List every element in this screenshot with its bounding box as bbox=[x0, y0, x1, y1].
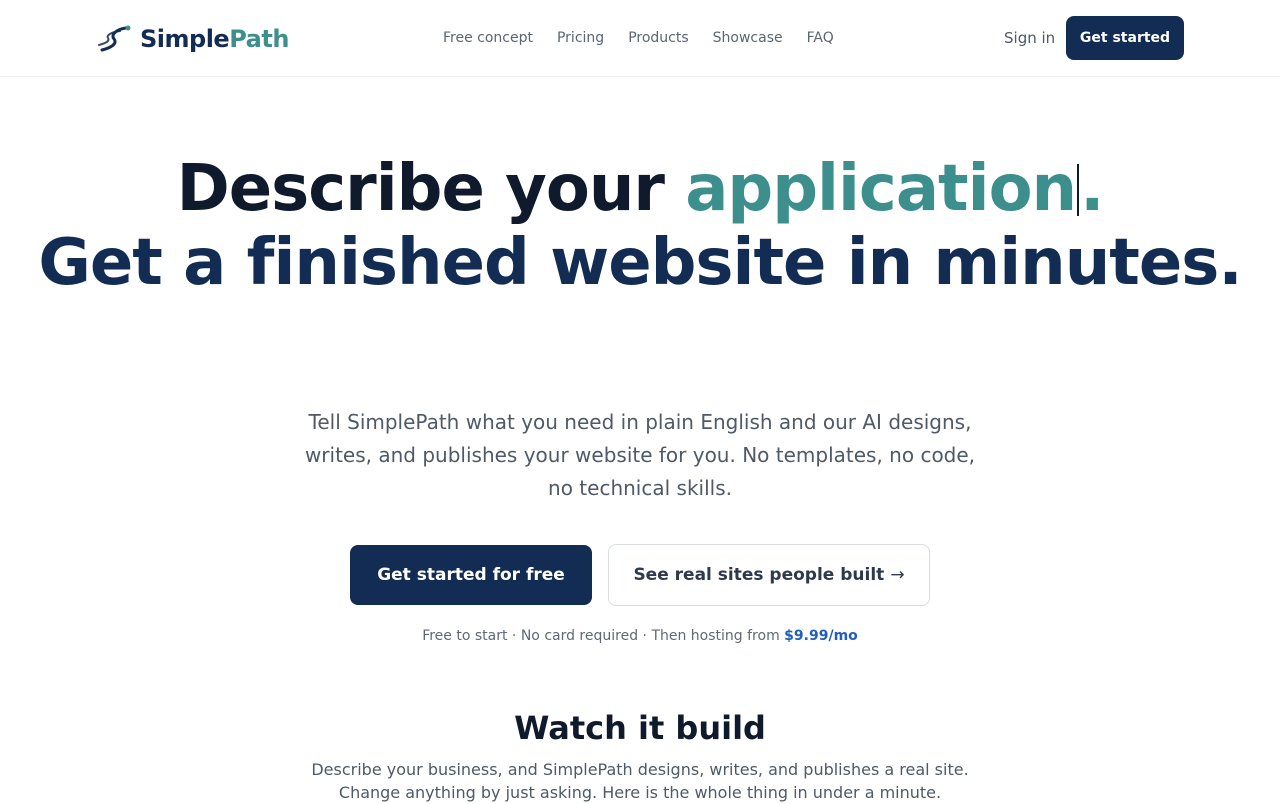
hero-line2: Get a finished website in minutes. bbox=[38, 226, 1242, 300]
fineprint-text: Free to start · No card required · Then … bbox=[422, 628, 780, 644]
nav-link-faq[interactable]: FAQ bbox=[807, 28, 834, 48]
nav-link-pricing[interactable]: Pricing bbox=[557, 28, 604, 48]
see-real-sites-label: See real sites people built bbox=[633, 565, 885, 585]
logo-simple: Simple bbox=[140, 25, 230, 53]
arrow-right-icon: → bbox=[890, 565, 905, 585]
hosting-price: $9.99/mo bbox=[784, 628, 858, 644]
hero-line1-prefix: Describe your bbox=[176, 152, 665, 226]
hero-subtitle: Tell SimplePath what you need in plain E… bbox=[304, 410, 976, 500]
logo-path: Path bbox=[229, 25, 289, 53]
logo-icon bbox=[98, 24, 132, 54]
pricing-fineprint: Free to start · No card required · Then … bbox=[0, 626, 1280, 646]
hero-title: Describe your application. Get a finishe… bbox=[0, 152, 1280, 300]
nav-links: Free concept Pricing Products Showcase F… bbox=[443, 28, 834, 48]
typing-caret bbox=[1077, 164, 1080, 216]
sign-in-link[interactable]: Sign in bbox=[1004, 28, 1055, 48]
watch-section-title: Watch it build bbox=[514, 709, 766, 747]
logo-link[interactable]: SimplePath bbox=[98, 22, 289, 56]
logo-wordmark: SimplePath bbox=[140, 27, 289, 51]
get-started-button[interactable]: Get started bbox=[1066, 16, 1184, 60]
watch-section-subtitle: Describe your business, and SimplePath d… bbox=[311, 760, 969, 802]
hero-accent-word: application bbox=[685, 152, 1077, 226]
hero-line1: Describe your application. bbox=[176, 152, 1105, 226]
top-navigation: SimplePath Free concept Pricing Products… bbox=[0, 0, 1280, 77]
see-real-sites-button[interactable]: See real sites people built → bbox=[608, 544, 930, 606]
hero-line1-period: . bbox=[1080, 152, 1104, 226]
nav-link-showcase[interactable]: Showcase bbox=[713, 28, 783, 48]
nav-link-free-concept[interactable]: Free concept bbox=[443, 28, 533, 48]
get-started-free-button[interactable]: Get started for free bbox=[350, 545, 592, 605]
nav-link-products[interactable]: Products bbox=[628, 28, 688, 48]
